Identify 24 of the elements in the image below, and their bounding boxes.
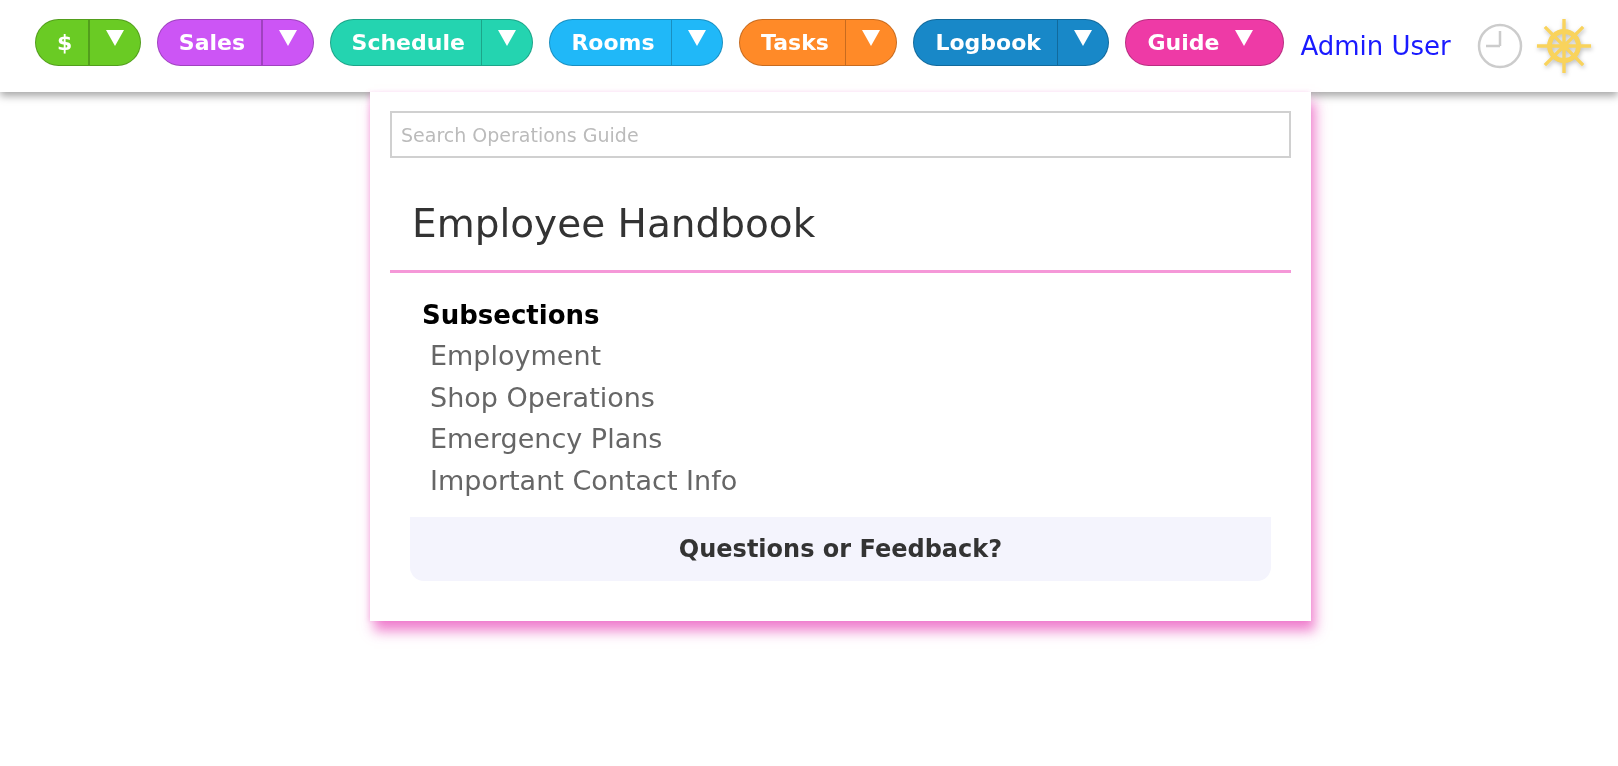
caret-icon [105,30,124,46]
subsection-link[interactable]: Important Contact Info [430,460,738,502]
menu-button[interactable]: Tasks [739,18,898,66]
menu-button[interactable]: Logbook [913,18,1110,66]
menu-button[interactable]: $ [35,18,141,66]
search-field[interactable]: Search Operations Guide [390,111,1291,158]
caret-icon [1235,30,1254,46]
caret-icon [862,30,881,46]
caret-icon [278,30,297,46]
page-title: Employee Handbook [412,201,816,247]
caret-icon [498,30,517,46]
caret-icon [688,30,707,46]
caret-icon [1074,30,1093,46]
subsections-heading: Subsections [422,299,600,332]
clock-icon[interactable] [1476,23,1523,69]
menu-button[interactable]: Rooms [549,18,724,66]
menu-button[interactable]: Guide [1125,18,1285,66]
subsection-link[interactable]: Emergency Plans [430,418,663,461]
ship-wheel-icon[interactable] [1534,17,1593,75]
feedback-button[interactable]: Questions or Feedback? [410,516,1271,581]
subsection-link[interactable]: Shop Operations [430,376,655,419]
user-link[interactable]: Admin User [1300,31,1451,61]
menu-button[interactable]: Sales [156,18,314,66]
subsection-link[interactable]: Employment [430,335,602,377]
